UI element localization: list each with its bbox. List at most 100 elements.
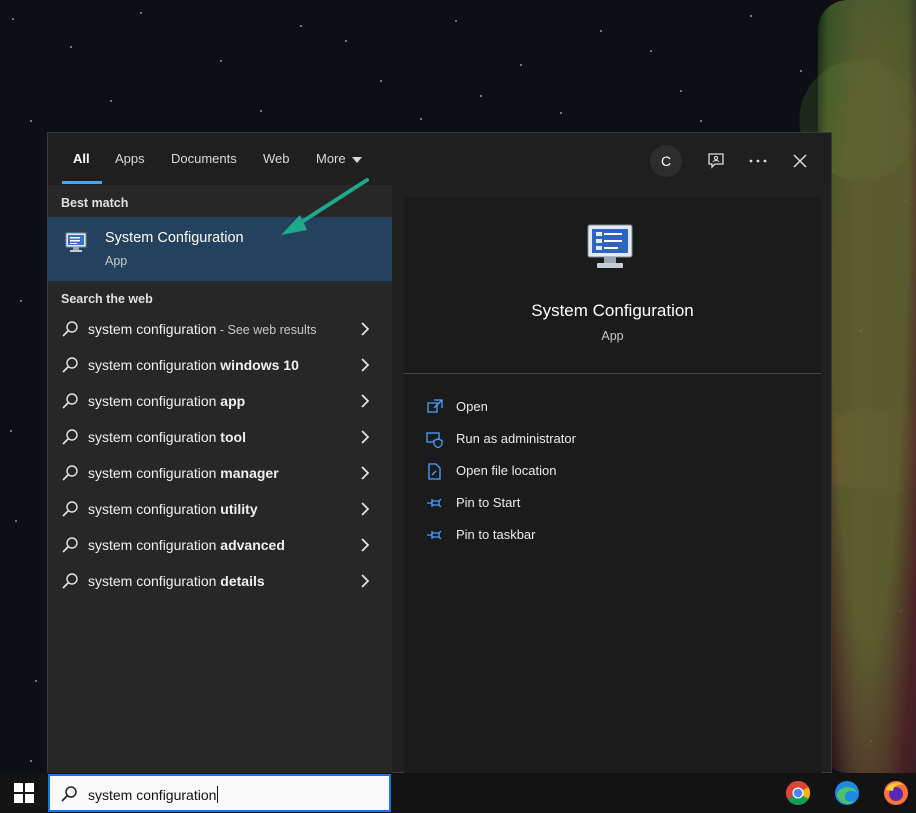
web-suggestion-row[interactable]: system configuration - See web results [48,313,392,347]
chevron-right-icon [361,358,370,372]
suggestion-query: system configuration [88,501,221,517]
account-avatar[interactable]: C [650,145,682,177]
tab-all[interactable]: All [73,151,90,166]
star [15,520,17,522]
suggestion-query: system configuration [88,393,221,409]
web-suggestion-row[interactable]: system configuration tool [48,421,392,455]
star [30,760,32,762]
detail-subtitle: App [601,329,624,343]
web-suggestion-text: system configuration manager [88,465,279,481]
search-icon [62,573,78,589]
results-pane: Best match System Configuration App Sear… [48,185,392,774]
firefox-icon[interactable] [883,780,909,806]
web-suggestion-text: system configuration - See web results [88,321,316,337]
suggestion-query: system configuration [88,429,221,445]
search-input-text: system configuration [88,787,217,803]
suggestion-bold: tool [220,429,246,445]
action-label: Open file location [456,463,557,478]
star [345,40,347,42]
web-suggestion-row[interactable]: system configuration app [48,385,392,419]
search-icon [62,465,78,481]
star [10,430,12,432]
star [480,95,482,97]
shield-icon [426,432,443,448]
star [700,120,702,122]
star [860,330,862,332]
search-icon [62,357,78,373]
best-match-subtitle: App [105,254,128,268]
caret-down-icon [351,156,362,163]
star [520,64,522,66]
web-suggestion-text: system configuration details [88,573,265,589]
best-match-heading: Best match [61,196,129,210]
search-web-heading: Search the web [61,292,153,306]
web-suggestion-text: system configuration utility [88,501,258,517]
edge-icon[interactable] [834,780,860,806]
web-suggestion-text: system configuration app [88,393,245,409]
astronaut-decoration [818,0,916,773]
star [680,90,682,92]
detail-title: System Configuration [531,301,694,320]
star [12,18,14,20]
suggestion-query: system configuration [88,357,221,373]
suggestion-bold: manager [220,465,279,481]
suggestion-query: system configuration [88,465,221,481]
open-icon [427,399,443,413]
taskbar: system configuration [0,773,916,813]
windows-start-icon[interactable] [14,783,34,803]
text-cursor [217,786,219,803]
search-icon [62,537,78,553]
web-suggestion-text: system configuration advanced [88,537,285,553]
chevron-right-icon [361,502,370,516]
active-tab-indicator [62,181,102,184]
best-match-result[interactable]: System Configuration App [48,217,392,281]
star [905,200,907,202]
action-label: Pin to Start [456,495,521,510]
ellipsis-icon[interactable] [742,145,774,177]
star [35,680,37,682]
star [560,112,562,114]
star [140,12,142,14]
tab-documents[interactable]: Documents [171,151,237,166]
tab-apps[interactable]: Apps [115,151,145,166]
web-suggestion-row[interactable]: system configuration details [48,565,392,599]
star [260,110,262,112]
chevron-right-icon [361,466,370,480]
star [455,20,457,22]
chrome-icon[interactable] [785,780,811,806]
suggestion-bold: windows 10 [220,357,299,373]
star [600,30,602,32]
system-configuration-icon [587,224,633,268]
action-label: Open [456,399,488,414]
taskbar-search-input[interactable]: system configuration [48,774,391,812]
search-icon [62,393,78,409]
star [750,15,752,17]
star [20,300,22,302]
feedback-icon[interactable] [700,145,732,177]
web-suggestion-text: system configuration windows 10 [88,357,299,373]
search-icon [61,786,77,802]
chevron-right-icon [361,394,370,408]
action-label: Run as administrator [456,431,576,446]
tab-more[interactable]: More [316,151,362,166]
close-icon[interactable] [784,145,816,177]
web-suggestion-row[interactable]: system configuration windows 10 [48,349,392,383]
star [380,80,382,82]
web-suggestion-row[interactable]: system configuration advanced [48,529,392,563]
star [420,118,422,120]
file-location-icon [428,463,441,480]
tab-more-label: More [316,151,346,166]
suggestion-query: system configuration [88,573,221,589]
web-suggestion-row[interactable]: system configuration utility [48,493,392,527]
suggestion-bold: details [220,573,265,589]
web-suggestion-row[interactable]: system configuration manager [48,457,392,491]
search-icon [62,429,78,445]
suggestion-query: system configuration [88,537,221,553]
search-icon [62,321,78,337]
tab-web[interactable]: Web [263,151,290,166]
chevron-right-icon [361,574,370,588]
star [800,70,802,72]
pin-icon [427,498,442,508]
suggestion-query: system configuration [88,321,217,337]
star [650,50,652,52]
